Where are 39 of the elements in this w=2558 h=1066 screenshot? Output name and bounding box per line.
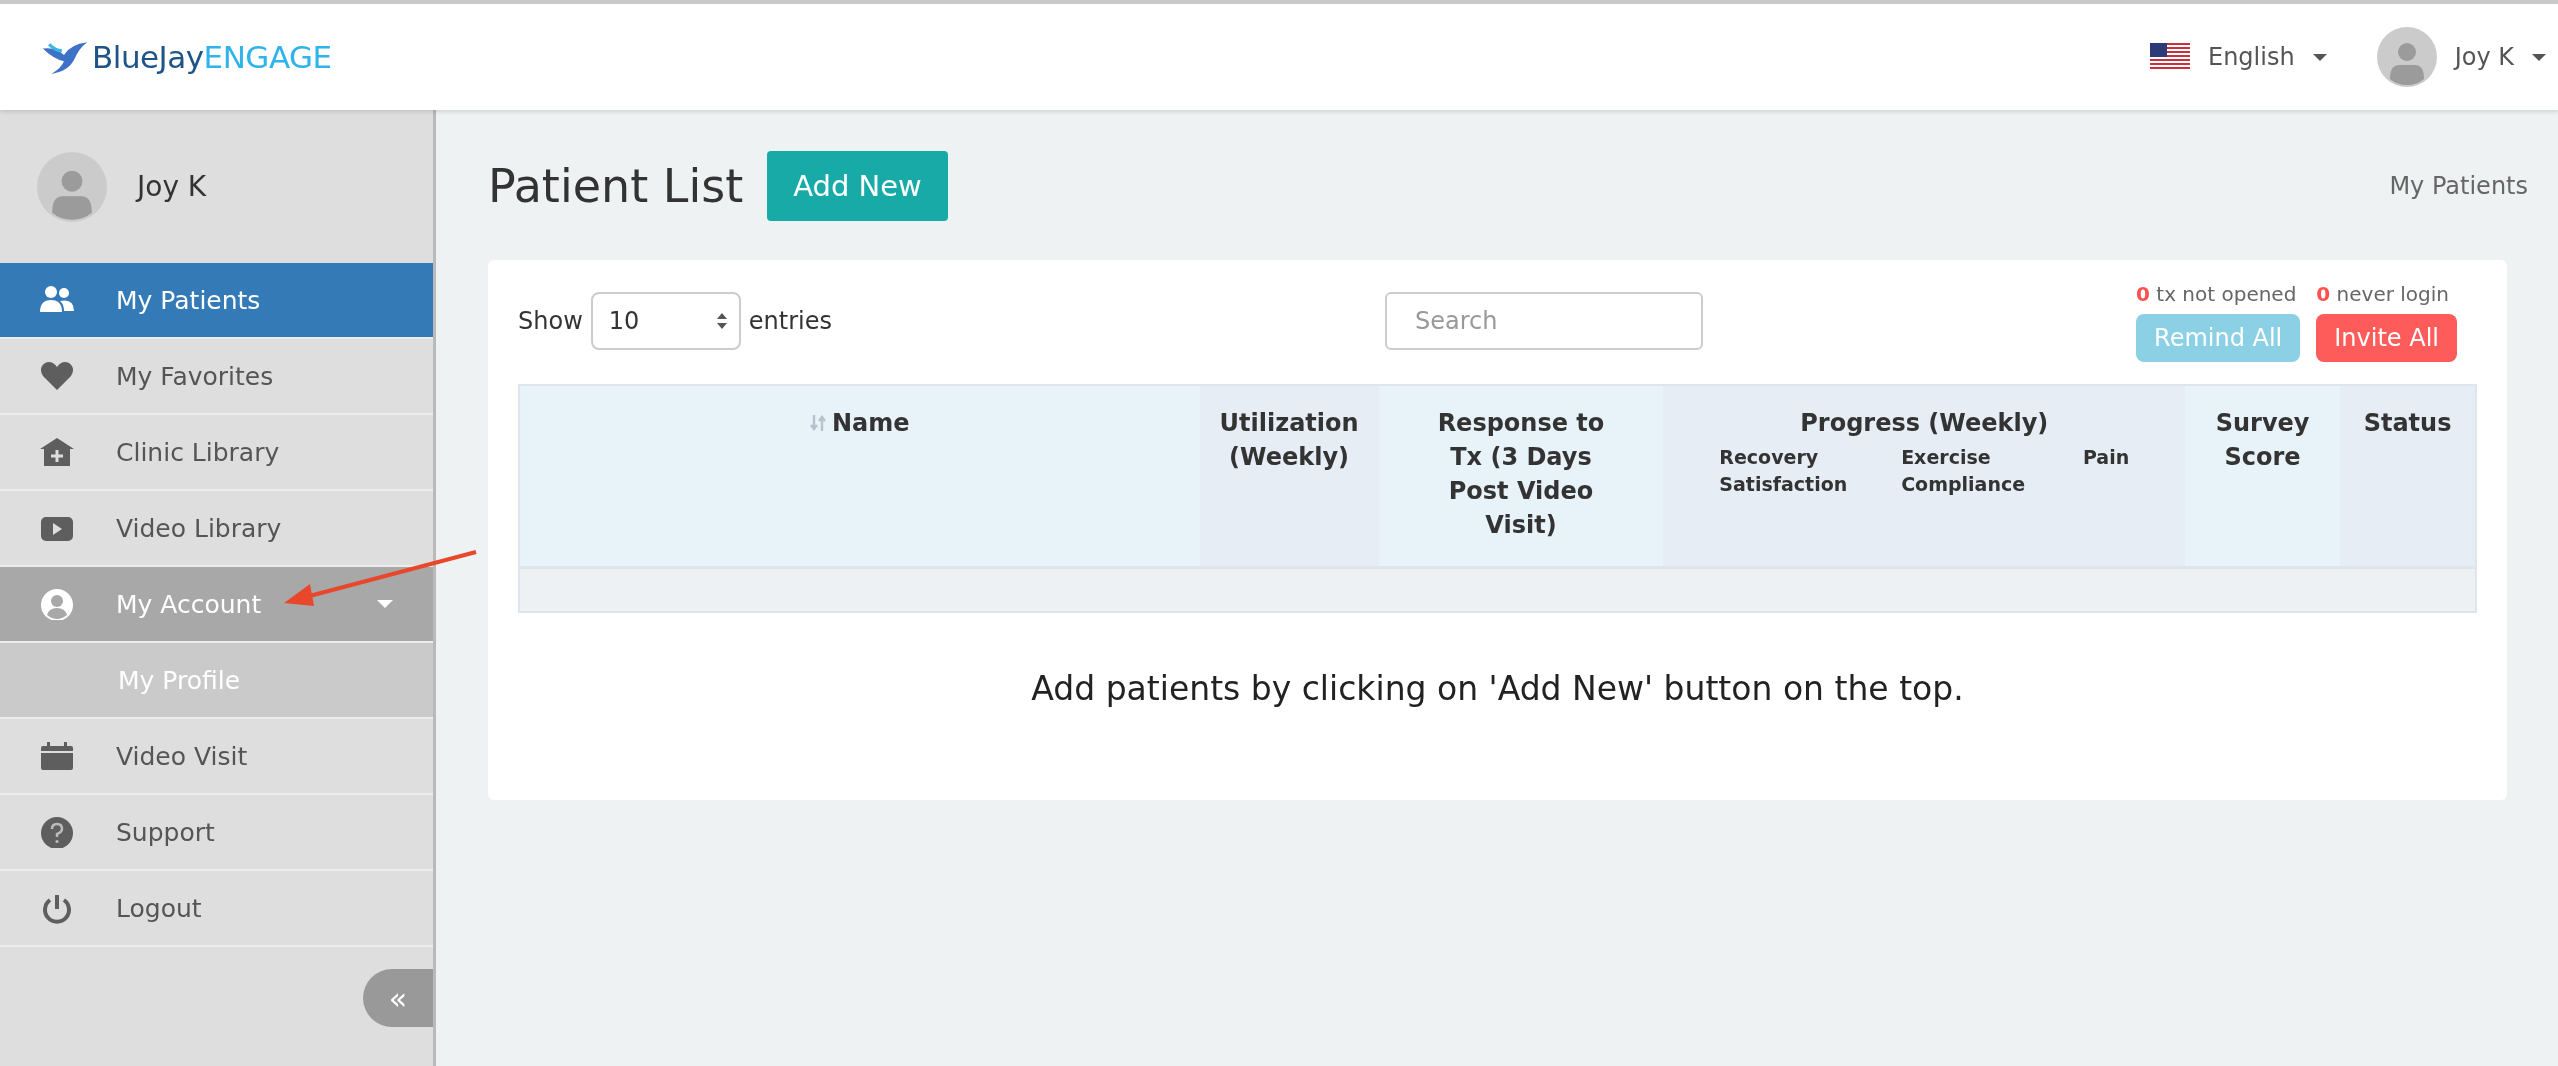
empty-table-message: Add patients by clicking on 'Add New' button on the top. xyxy=(1030,669,1965,708)
us-flag-icon xyxy=(2150,43,2190,71)
stat-text: 0 never login xyxy=(2316,282,2449,306)
page-title: Patient List xyxy=(488,159,744,213)
logo-text: BlueJayENGAGE xyxy=(92,39,332,75)
column-header: Progress (Weekly) xyxy=(1799,408,2050,439)
house-plus-icon xyxy=(40,436,74,468)
column-header: Response to Tx (3 Days Post Video Visit) xyxy=(1378,386,1664,566)
avatar-icon xyxy=(37,151,107,222)
user-name: Joy K xyxy=(137,170,207,203)
entries-select[interactable]: 10 xyxy=(590,292,741,350)
breadcrumb: My Patients xyxy=(2389,172,2528,200)
avatar-icon xyxy=(2376,27,2437,87)
calendar-icon xyxy=(40,740,74,772)
subcolumn-header: Exercise Compliance xyxy=(1901,445,2027,497)
caret-icon xyxy=(377,600,393,608)
power-icon xyxy=(40,892,74,924)
column-header: Name xyxy=(520,386,1200,566)
invite-all-button[interactable]: Invite All xyxy=(2316,314,2457,362)
add-new-button[interactable]: Add New xyxy=(767,151,948,221)
subcolumn-header: Pain xyxy=(2082,445,2130,470)
spinner-arrows-icon xyxy=(716,313,727,329)
entries-label: entries xyxy=(748,307,832,335)
column-header: Survey Score xyxy=(2185,386,2341,566)
caret-icon xyxy=(2532,53,2546,61)
sidebar-item[interactable]: My Patients xyxy=(0,263,433,339)
show-label: Show xyxy=(518,307,583,335)
caret-icon xyxy=(2312,53,2327,61)
help-icon xyxy=(40,816,74,848)
heart-icon xyxy=(40,360,74,392)
column-header: Utilization (Weekly) xyxy=(1199,386,1379,566)
subcolumn-header: Recovery Satisfaction xyxy=(1719,445,1849,497)
sort-icon xyxy=(810,415,827,431)
stat-text: 0 tx not opened xyxy=(2136,282,2297,306)
column-header: Status xyxy=(2340,386,2475,566)
collapse-button[interactable]: « xyxy=(363,969,433,1027)
user-menu[interactable]: Joy K xyxy=(2376,27,2546,87)
language-dropdown[interactable]: English xyxy=(2150,43,2327,71)
search-field[interactable]: Search xyxy=(1385,292,1703,350)
